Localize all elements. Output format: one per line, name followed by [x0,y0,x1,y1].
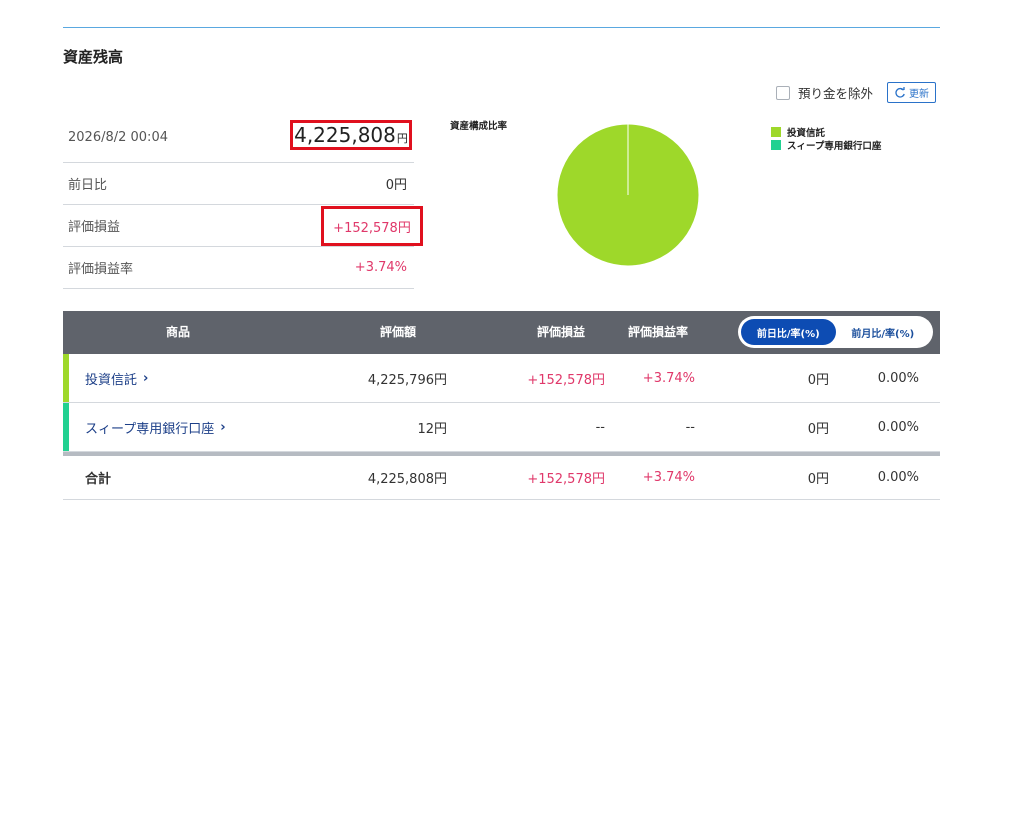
legend-label: スィープ専用銀行口座 [787,140,882,152]
cell-valuation: 12円 [417,421,447,437]
table-header: 商品 評価額 評価損益 評価損益率 前日比/率(%) 前月比/率(%) [63,311,940,354]
controls: 預り金を除外 更新 [776,82,937,103]
chevron-right-icon: › [220,419,226,435]
row-color-bar-1 [63,403,69,451]
chart-legend: 投資信託 スィープ専用銀行口座 [771,125,882,152]
header-profit-rate: 評価損益率 [628,325,689,339]
profit-highlight: +152,578円 [321,206,423,246]
total-balance: 4,225,808 [294,123,396,147]
cell-profit: -- [595,419,605,435]
summary-datetime: 2026/8/2 00:04 [68,130,168,145]
legend-label: 投資信託 [787,127,826,139]
cell-profit-rate: -- [685,419,695,435]
legend-item: スィープ専用銀行口座 [771,138,882,152]
summary-total-row: 2026/8/2 00:04 4,225,808 円 [63,113,414,163]
table-total-row: 合計 4,225,808円 +152,578円 +3.74% 0円 0.00% [63,452,940,500]
header-product: 商品 [166,325,191,339]
total-valuation: 4,225,808円 [367,472,447,487]
change-period-toggle: 前日比/率(%) 前月比/率(%) [738,316,933,348]
cell-change-rate: 0.00% [877,419,919,435]
chart-title: 資産構成比率 [450,121,508,132]
summary-label: 評価損益率 [68,262,134,277]
row-color-bar-0 [63,354,69,402]
summary-panel: 2026/8/2 00:04 4,225,808 円 前日比 0円 評価損益 +… [63,113,423,289]
product-link[interactable]: スィープ専用銀行口座 › [85,403,226,451]
product-link[interactable]: 投資信託 › [85,354,148,402]
summary-value: 0円 [385,178,407,193]
refresh-icon [894,86,906,99]
summary-row-day-change: 前日比 0円 [63,163,414,205]
summary-row-profit-rate: 評価損益率 +3.74% [63,247,414,289]
summary-label: 前日比 [68,178,108,193]
product-name: 投資信託 [85,372,138,388]
total-profit: +152,578円 [527,472,605,487]
toggle-month-change[interactable]: 前月比/率(%) [836,319,931,345]
legend-swatch-1 [771,139,781,150]
toggle-day-change[interactable]: 前日比/率(%) [741,319,836,345]
total-change-rate: 0.00% [877,470,919,485]
product-name: スィープ専用銀行口座 [85,421,215,437]
header-valuation: 評価額 [380,325,417,339]
total-balance-unit: 円 [396,132,408,145]
total-balance-highlight: 4,225,808 円 [290,120,412,150]
summary-label: 評価損益 [68,220,121,235]
exclude-deposit-label[interactable]: 預り金を除外 [798,83,873,102]
table-row: 投資信託 › 4,225,796円 +152,578円 +3.74% 0円 0.… [63,354,940,403]
legend-item: 投資信託 [771,125,881,139]
total-label: 合計 [85,472,112,487]
legend-swatch-0 [771,126,781,137]
section-title: 資産残高 [63,48,124,66]
cell-change: 0円 [807,372,829,388]
refresh-label: 更新 [909,89,930,100]
header-profit: 評価損益 [537,325,586,339]
exclude-deposit-checkbox[interactable] [776,85,790,100]
cell-profit-rate: +3.74% [642,370,695,386]
table-row: スィープ専用銀行口座 › 12円 -- -- 0円 0.00% [63,403,940,452]
chevron-right-icon: › [143,370,149,386]
top-divider [63,27,940,28]
cell-change: 0円 [807,421,829,437]
allocation-pie-chart [556,123,700,267]
refresh-button[interactable]: 更新 [887,82,937,103]
summary-value: +3.74% [354,260,407,275]
summary-row-profit: 評価損益 +152,578円 [63,205,423,247]
holdings-table: 商品 評価額 評価損益 評価損益率 前日比/率(%) 前月比/率(%) 投資信託… [63,311,940,500]
cell-valuation: 4,225,796円 [367,372,447,388]
cell-change-rate: 0.00% [877,370,919,386]
total-change: 0円 [807,472,829,487]
summary-value: +152,578円 [333,220,411,236]
total-profit-rate: +3.74% [642,470,695,485]
cell-profit: +152,578円 [527,372,605,388]
